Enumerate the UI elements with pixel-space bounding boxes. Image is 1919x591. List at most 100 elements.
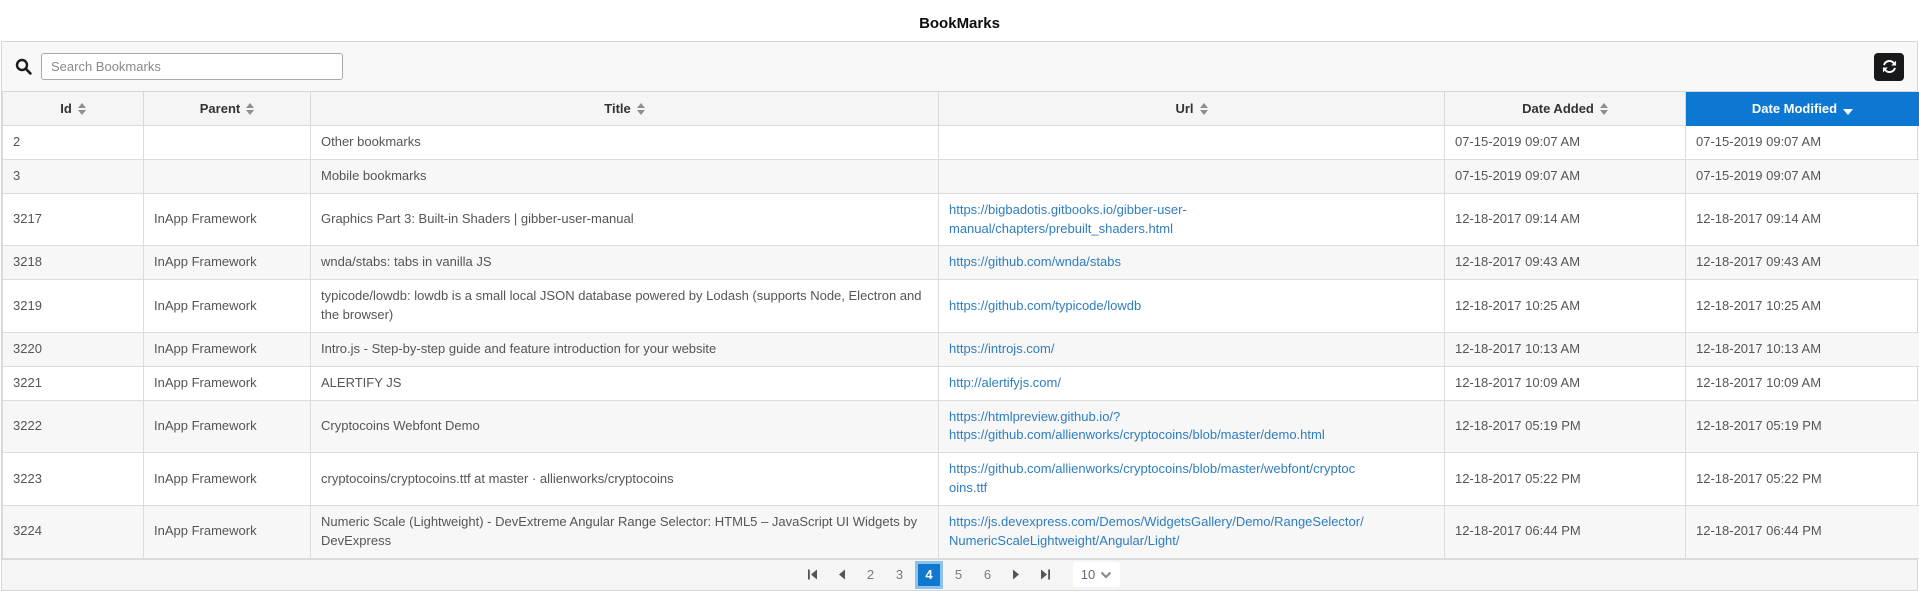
cell-date-modified: 12-18-2017 09:43 AM — [1686, 246, 1919, 280]
search-icon — [15, 58, 32, 75]
bookmark-link[interactable]: https://github.com/wnda/stabs — [949, 253, 1434, 272]
sort-both-icon — [78, 103, 86, 115]
toolbar — [2, 42, 1917, 92]
cell-url: https://github.com/allienworks/cryptocoi… — [939, 453, 1445, 506]
page-button-active[interactable]: 4 — [915, 561, 943, 589]
cell-title: typicode/lowdb: lowdb is a small local J… — [311, 280, 939, 333]
page-button[interactable]: 3 — [886, 562, 913, 587]
cell-url: https://introjs.com/ — [939, 332, 1445, 366]
cell-parent: InApp Framework — [144, 193, 311, 246]
cell-parent: InApp Framework — [144, 505, 311, 558]
search-input[interactable] — [41, 53, 343, 80]
cell-title: cryptocoins/cryptocoins.ttf at master · … — [311, 453, 939, 506]
page-button[interactable]: 5 — [945, 562, 972, 587]
last-page-button[interactable] — [1032, 562, 1059, 587]
table-row: 3220 InApp Framework Intro.js - Step-by-… — [3, 332, 1919, 366]
table-header-row: Id Parent Title Url Date Added Date Modi… — [3, 92, 1919, 126]
cell-date-modified: 12-18-2017 10:09 AM — [1686, 366, 1919, 400]
cell-url: http://alertifyjs.com/ — [939, 366, 1445, 400]
page-size-value: 10 — [1081, 567, 1095, 582]
table-row: 3221 InApp Framework ALERTIFY JS http://… — [3, 366, 1919, 400]
cell-date-added: 07-15-2019 09:07 AM — [1445, 126, 1686, 160]
caret-left-icon — [837, 569, 846, 580]
bookmark-link[interactable]: https://bigbadotis.gitbooks.io/gibber-us… — [949, 201, 1434, 239]
cell-parent: InApp Framework — [144, 366, 311, 400]
cell-date-added: 12-18-2017 10:25 AM — [1445, 280, 1686, 333]
prev-page-button[interactable] — [828, 562, 855, 587]
sort-desc-icon — [1843, 109, 1853, 115]
chevron-down-icon — [1100, 571, 1112, 579]
page-button[interactable]: 6 — [974, 562, 1001, 587]
cell-id: 3224 — [3, 505, 144, 558]
cell-date-modified: 12-18-2017 05:22 PM — [1686, 453, 1919, 506]
bookmark-link[interactable]: https://github.com/allienworks/cryptocoi… — [949, 460, 1434, 498]
next-page-button[interactable] — [1003, 562, 1030, 587]
bookmark-link[interactable]: https://introjs.com/ — [949, 340, 1434, 359]
pagination-bar: 2 3 4 5 6 10 — [2, 559, 1917, 590]
cell-id: 3218 — [3, 246, 144, 280]
cell-id: 3223 — [3, 453, 144, 506]
cell-url: https://js.devexpress.com/Demos/WidgetsG… — [939, 505, 1445, 558]
cell-id: 2 — [3, 126, 144, 160]
cell-id: 3217 — [3, 193, 144, 246]
table-row: 3223 InApp Framework cryptocoins/cryptoc… — [3, 453, 1919, 506]
cell-title: Cryptocoins Webfont Demo — [311, 400, 939, 453]
cell-id: 3222 — [3, 400, 144, 453]
column-header-title[interactable]: Title — [311, 92, 939, 126]
cell-date-added: 12-18-2017 10:13 AM — [1445, 332, 1686, 366]
column-header-id[interactable]: Id — [3, 92, 144, 126]
cell-url — [939, 126, 1445, 160]
cell-title: Numeric Scale (Lightweight) - DevExtreme… — [311, 505, 939, 558]
page-size-select[interactable]: 10 — [1073, 562, 1120, 587]
bookmark-link[interactable]: http://alertifyjs.com/ — [949, 374, 1434, 393]
bookmark-link[interactable]: https://htmlpreview.github.io/?https://g… — [949, 408, 1434, 446]
refresh-button[interactable] — [1874, 53, 1904, 81]
cell-date-modified: 12-18-2017 09:14 AM — [1686, 193, 1919, 246]
page-button[interactable]: 2 — [857, 562, 884, 587]
table-row: 3222 InApp Framework Cryptocoins Webfont… — [3, 400, 1919, 453]
column-header-date-modified[interactable]: Date Modified — [1686, 92, 1919, 126]
table-row: 3218 InApp Framework wnda/stabs: tabs in… — [3, 246, 1919, 280]
cell-url: https://github.com/wnda/stabs — [939, 246, 1445, 280]
bookmark-link[interactable]: https://js.devexpress.com/Demos/WidgetsG… — [949, 513, 1434, 551]
column-header-date-added[interactable]: Date Added — [1445, 92, 1686, 126]
cell-date-modified: 12-18-2017 10:25 AM — [1686, 280, 1919, 333]
table-row: 3217 InApp Framework Graphics Part 3: Bu… — [3, 193, 1919, 246]
cell-date-added: 12-18-2017 10:09 AM — [1445, 366, 1686, 400]
sort-both-icon — [1200, 103, 1208, 115]
cell-parent: InApp Framework — [144, 280, 311, 333]
column-header-url[interactable]: Url — [939, 92, 1445, 126]
cell-date-added: 12-18-2017 05:22 PM — [1445, 453, 1686, 506]
table-row: 2 Other bookmarks 07-15-2019 09:07 AM 07… — [3, 126, 1919, 160]
cell-title: wnda/stabs: tabs in vanilla JS — [311, 246, 939, 280]
cell-parent: InApp Framework — [144, 400, 311, 453]
cell-date-modified: 07-15-2019 09:07 AM — [1686, 126, 1919, 160]
cell-date-modified: 12-18-2017 06:44 PM — [1686, 505, 1919, 558]
cell-date-added: 12-18-2017 09:43 AM — [1445, 246, 1686, 280]
cell-parent: InApp Framework — [144, 453, 311, 506]
sort-both-icon — [246, 103, 254, 115]
caret-right-icon — [1012, 569, 1021, 580]
cell-id: 3221 — [3, 366, 144, 400]
cell-date-modified: 07-15-2019 09:07 AM — [1686, 159, 1919, 193]
cell-url: https://github.com/typicode/lowdb — [939, 280, 1445, 333]
bookmark-link[interactable]: https://github.com/typicode/lowdb — [949, 297, 1434, 316]
refresh-icon — [1882, 59, 1897, 74]
cell-id: 3219 — [3, 280, 144, 333]
cell-date-added: 12-18-2017 09:14 AM — [1445, 193, 1686, 246]
column-header-parent[interactable]: Parent — [144, 92, 311, 126]
step-backward-icon — [807, 569, 818, 580]
bookmarks-widget: Id Parent Title Url Date Added Date Modi… — [1, 41, 1918, 591]
cell-title: Other bookmarks — [311, 126, 939, 160]
cell-date-modified: 12-18-2017 10:13 AM — [1686, 332, 1919, 366]
cell-title: Intro.js - Step-by-step guide and featur… — [311, 332, 939, 366]
cell-id: 3220 — [3, 332, 144, 366]
cell-date-modified: 12-18-2017 05:19 PM — [1686, 400, 1919, 453]
cell-title: ALERTIFY JS — [311, 366, 939, 400]
first-page-button[interactable] — [799, 562, 826, 587]
cell-date-added: 12-18-2017 05:19 PM — [1445, 400, 1686, 453]
sort-both-icon — [637, 103, 645, 115]
table-row: 3224 InApp Framework Numeric Scale (Ligh… — [3, 505, 1919, 558]
cell-url — [939, 159, 1445, 193]
cell-title: Graphics Part 3: Built-in Shaders | gibb… — [311, 193, 939, 246]
